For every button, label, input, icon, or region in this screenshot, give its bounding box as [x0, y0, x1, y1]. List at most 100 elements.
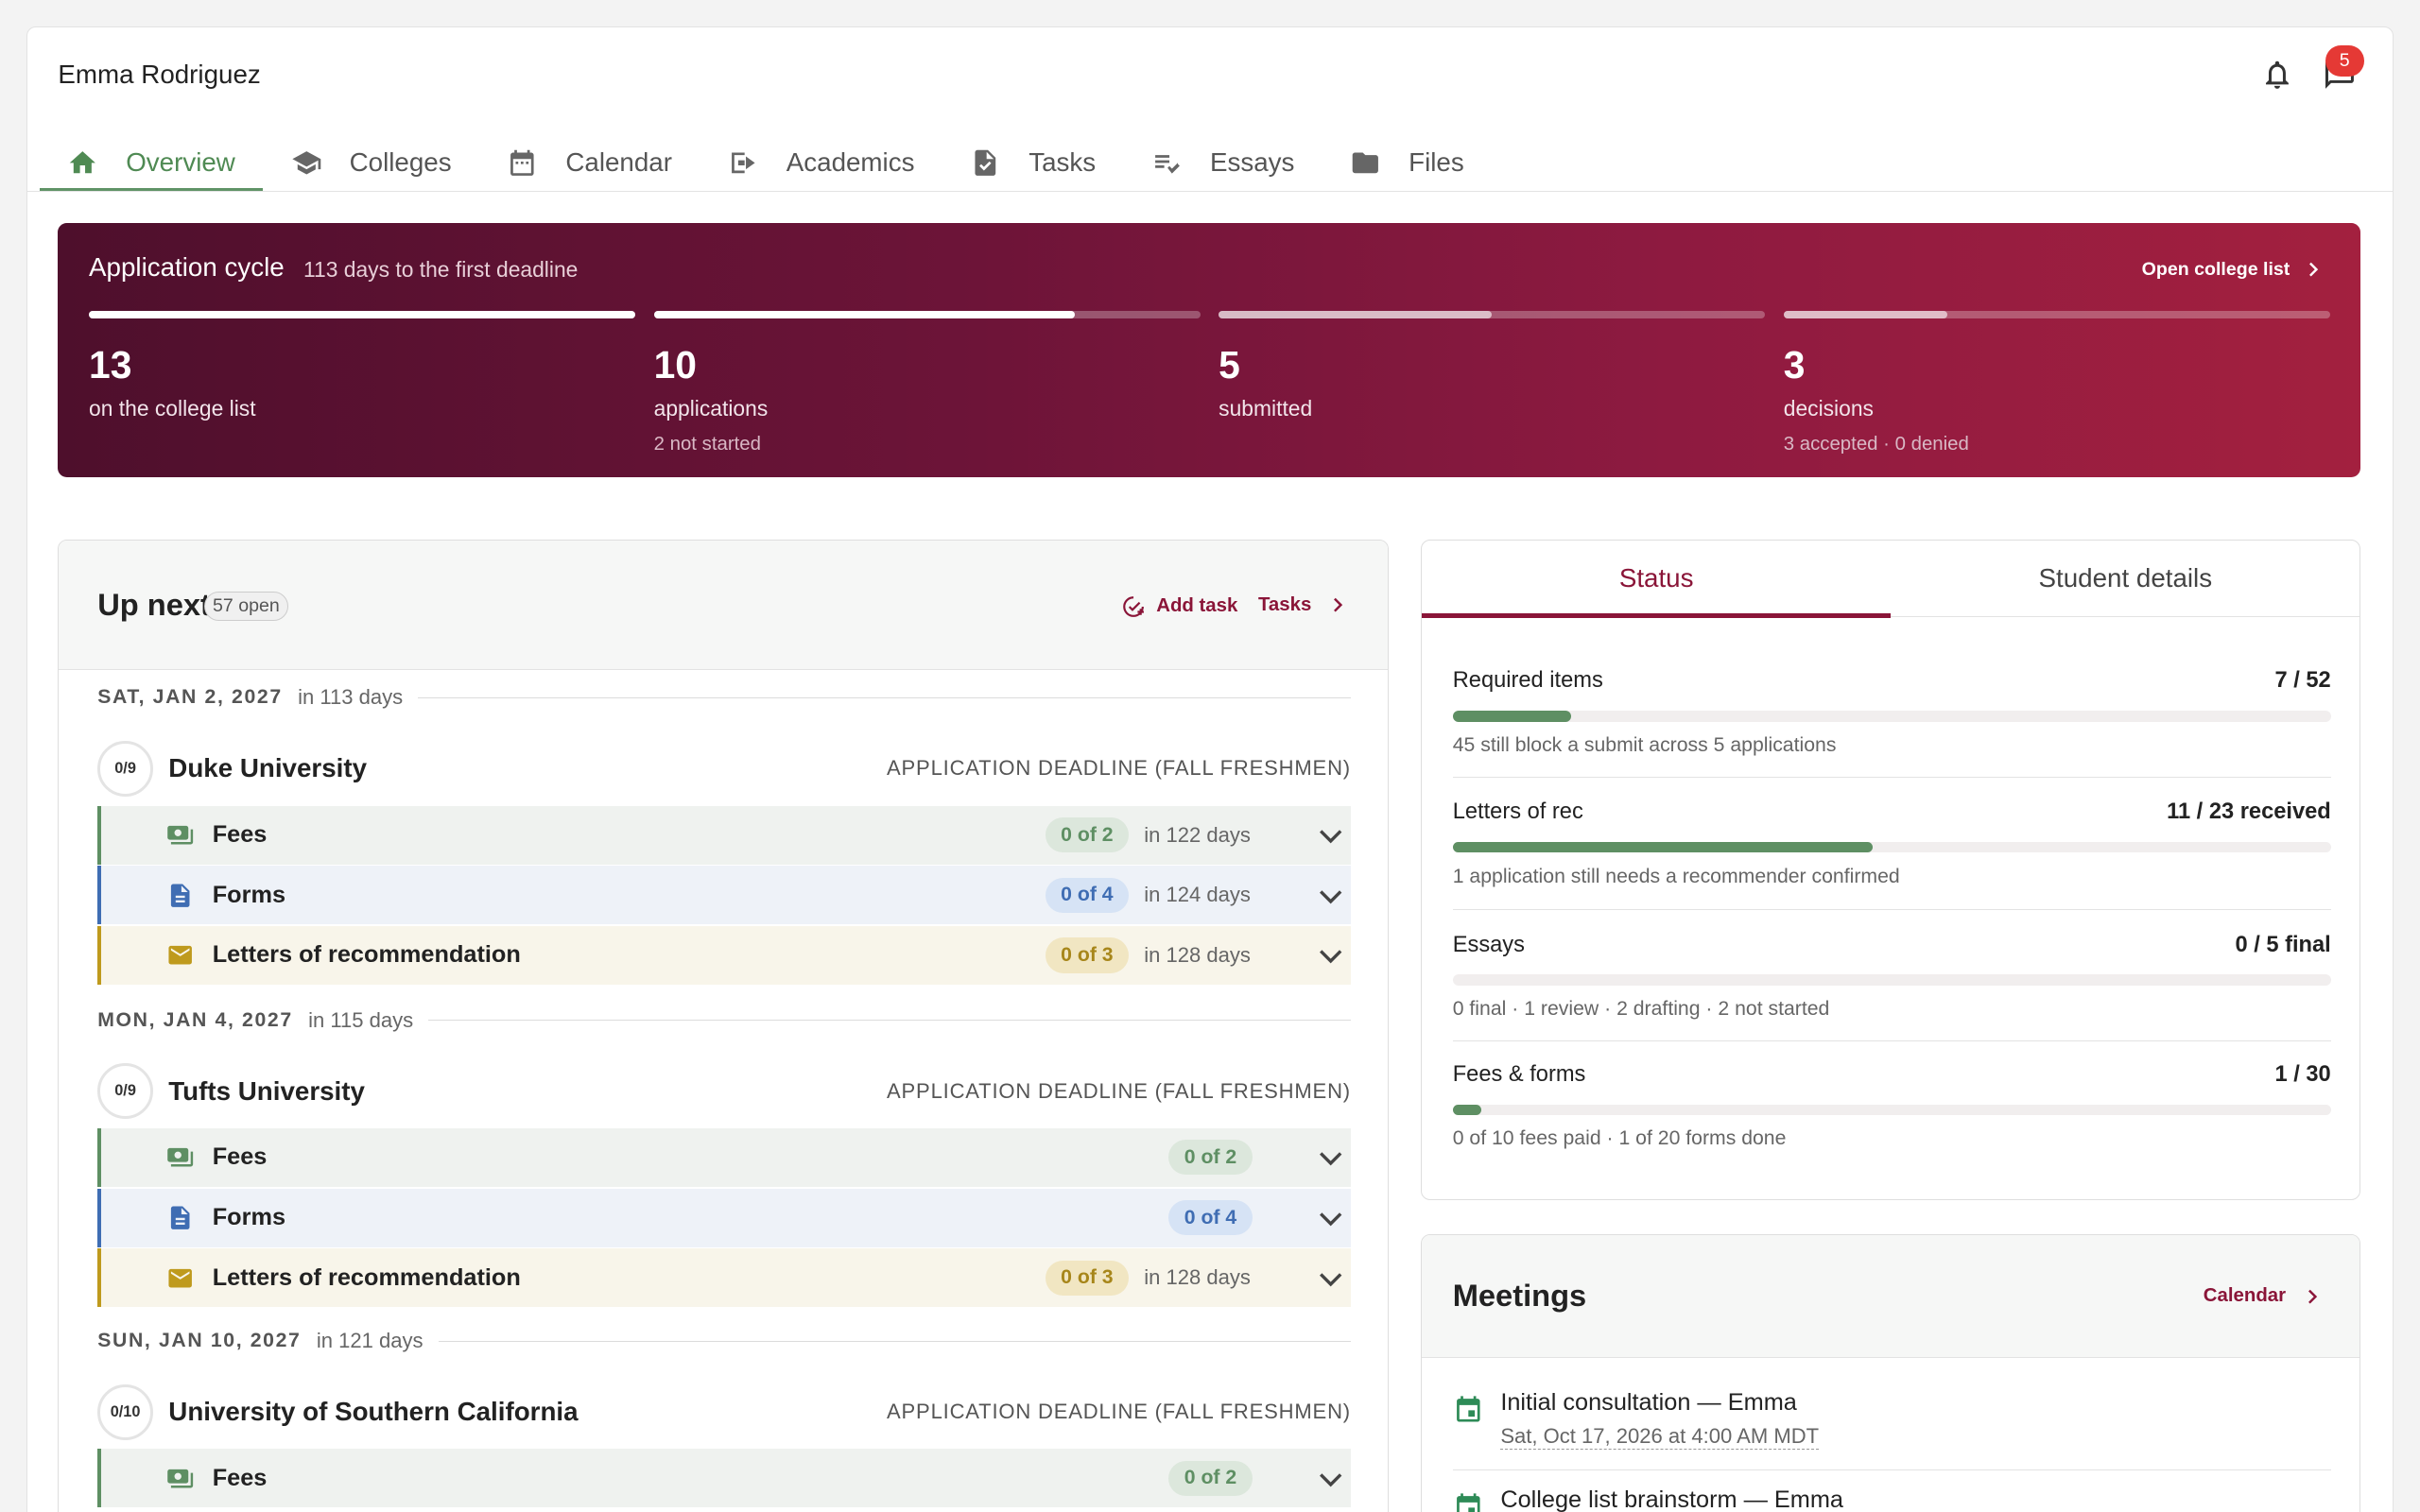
- metric-label: Fees & forms: [1452, 1061, 1586, 1087]
- stat-note: 3 accepted · 0 denied: [1783, 433, 1969, 455]
- chevron-down-icon[interactable]: [1317, 1465, 1344, 1492]
- college-row[interactable]: 0/10 University of Southern California A…: [97, 1383, 1351, 1440]
- progress-ring: 0/10: [97, 1383, 153, 1440]
- tab-label: Essays: [1209, 147, 1295, 178]
- requirement-row-letters[interactable]: Letters of recommendation 0 of 3 in 128 …: [97, 925, 1351, 985]
- stat-decisions[interactable]: 3 decisions 3 accepted · 0 denied: [1783, 311, 2330, 455]
- chevron-down-icon[interactable]: [1317, 882, 1344, 909]
- stat-value: 5: [1219, 343, 1240, 387]
- stat-value: 3: [1783, 343, 1806, 387]
- requirement-row-forms[interactable]: Forms 0 of 4 in 124 days: [97, 866, 1351, 925]
- tab-calendar[interactable]: Calendar: [479, 135, 700, 191]
- chevron-down-icon[interactable]: [1317, 821, 1344, 849]
- college-name: University of Southern California: [168, 1397, 579, 1427]
- metric-label: Required items: [1452, 668, 1603, 694]
- college-name: Duke University: [168, 753, 368, 783]
- count-pill: 0 of 2: [1168, 1460, 1253, 1496]
- open-college-list-label: Open college list: [2141, 258, 2290, 280]
- stat-progress-fill: [1783, 311, 1948, 319]
- count-pill: 0 of 4: [1045, 877, 1129, 913]
- metric-label: Letters of rec: [1452, 799, 1583, 825]
- stat-progress-fill: [1219, 311, 1493, 319]
- chevron-down-icon[interactable]: [1317, 941, 1344, 969]
- due-label: in 122 days: [1144, 822, 1251, 847]
- calendar-event-icon: [1456, 1396, 1480, 1422]
- college-name: Tufts University: [168, 1075, 365, 1106]
- college-row[interactable]: 0/9 Tufts University APPLICATION DEADLIN…: [97, 1063, 1351, 1120]
- tasks-link-label: Tasks: [1257, 593, 1312, 615]
- metric-value: 0 / 5 final: [2235, 932, 2331, 957]
- metric-fees-forms: Fees & forms 1 / 30 0 of 10 fees paid · 1…: [1452, 1061, 2331, 1150]
- due-label: in 128 days: [1144, 1265, 1251, 1290]
- date-header: MON, JAN 4, 2027 in 115 days: [97, 1005, 1351, 1036]
- stat-college-list[interactable]: 13 on the college list: [89, 311, 635, 421]
- metric-note: 0 of 10 fees paid · 1 of 20 forms done: [1452, 1127, 1787, 1150]
- count-pill: 0 of 4: [1168, 1200, 1253, 1236]
- requirement-row-fees[interactable]: Fees 0 of 2 in 122 days: [97, 805, 1351, 865]
- chevron-down-icon[interactable]: [1317, 1264, 1344, 1292]
- tab-overview[interactable]: Overview: [39, 135, 263, 193]
- chevron-down-icon[interactable]: [1317, 1143, 1344, 1171]
- stat-applications[interactable]: 10 applications 2 not started: [653, 311, 1201, 455]
- due-label: in 124 days: [1144, 883, 1251, 907]
- date-header: SAT, JAN 2, 2027 in 113 days: [97, 682, 1351, 713]
- academics-icon: [731, 152, 755, 174]
- requirement-row-fees[interactable]: Fees 0 of 2: [97, 1127, 1351, 1187]
- open-college-list-link[interactable]: Open college list: [2142, 259, 2321, 281]
- student-name: Emma Rodriguez: [58, 60, 261, 90]
- chevron-down-icon[interactable]: [1317, 1204, 1344, 1231]
- tab-status[interactable]: Status: [1422, 541, 1892, 619]
- metric-required-items: Required items 7 / 52 45 still block a su…: [1452, 668, 2331, 756]
- due-label: in 128 days: [1144, 942, 1251, 967]
- tab-academics[interactable]: Academics: [700, 135, 942, 191]
- tab-student-details[interactable]: Student details: [1891, 541, 2360, 617]
- date-label: SAT, JAN 2, 2027: [97, 686, 283, 709]
- metric-divider: [1452, 1040, 2331, 1041]
- stat-submitted[interactable]: 5 submitted: [1219, 311, 1766, 421]
- progress-ring: 0/9: [97, 1063, 153, 1120]
- tab-files[interactable]: Files: [1322, 135, 1492, 191]
- requirement-row-fees[interactable]: Fees 0 of 2: [97, 1449, 1351, 1508]
- form-doc-icon: [170, 1206, 190, 1229]
- metric-progress-fill: [1452, 842, 1873, 853]
- envelope-icon: [168, 946, 192, 965]
- date-header: SUN, JAN 10, 2027 in 121 days: [97, 1326, 1351, 1357]
- up-next-header: Up next 57 open Add task Tasks: [59, 540, 1388, 670]
- meeting-item[interactable]: College list brainstorm — Emma: [1453, 1486, 2331, 1512]
- metric-note: 0 final · 1 review · 2 drafting · 2 not …: [1452, 997, 1830, 1020]
- cycle-title: Application cycle: [89, 252, 285, 283]
- count-pill: 0 of 3: [1045, 937, 1129, 973]
- add-task-icon: [1122, 596, 1144, 617]
- bell-icon[interactable]: [2260, 58, 2294, 92]
- metric-essays: Essays 0 / 5 final 0 final · 1 review · 2…: [1452, 932, 2331, 1021]
- up-next-title: Up next: [97, 586, 211, 622]
- requirement-label: Fees: [212, 821, 268, 849]
- tab-essays[interactable]: Essays: [1124, 135, 1322, 191]
- metric-divider: [1452, 776, 2331, 778]
- stat-label: applications: [653, 395, 769, 421]
- tasks-link[interactable]: Tasks: [1258, 594, 1345, 616]
- requirement-row-forms[interactable]: Forms 0 of 4: [97, 1188, 1351, 1247]
- stat-label: decisions: [1783, 395, 1874, 421]
- metric-progress-bar: [1452, 974, 2331, 986]
- calendar-icon: [510, 149, 534, 177]
- tab-label: Calendar: [565, 147, 672, 178]
- stat-progress-bar: [1219, 311, 1766, 319]
- requirement-label: Letters of recommendation: [212, 1263, 521, 1291]
- metric-label: Essays: [1452, 932, 1525, 957]
- calendar-link[interactable]: Calendar: [2204, 1285, 2320, 1307]
- envelope-icon: [168, 1268, 192, 1288]
- requirement-row-letters[interactable]: Letters of recommendation 0 of 3 in 128 …: [97, 1248, 1351, 1308]
- tab-tasks[interactable]: Tasks: [942, 135, 1124, 191]
- folder-icon: [1352, 152, 1379, 174]
- open-count-badge: 57 open: [203, 591, 288, 622]
- date-divider: [428, 1020, 1351, 1021]
- meeting-item[interactable]: Initial consultation — Emma Sat, Oct 17,…: [1453, 1389, 2331, 1450]
- money-icon: [166, 825, 193, 845]
- add-task-button[interactable]: Add task: [1121, 594, 1237, 619]
- tab-colleges[interactable]: Colleges: [263, 135, 479, 191]
- meeting-name: Initial consultation — Emma: [1500, 1388, 1797, 1416]
- app-frame: Emma Rodriguez 5 Overview Colleges Calen…: [26, 26, 2394, 1512]
- college-row[interactable]: 0/9 Duke University APPLICATION DEADLINE…: [97, 741, 1351, 797]
- tab-label: Academics: [786, 147, 915, 178]
